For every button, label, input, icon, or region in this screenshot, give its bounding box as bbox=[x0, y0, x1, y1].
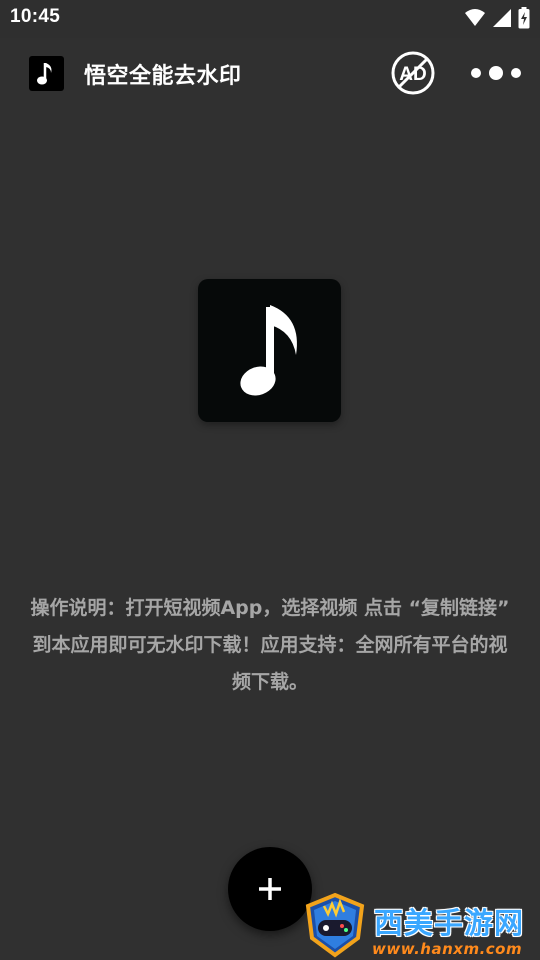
signal-icon bbox=[492, 8, 512, 28]
app-title: 悟空全能去水印 bbox=[84, 64, 242, 89]
battery-charging-icon bbox=[518, 7, 530, 29]
wifi-icon bbox=[464, 8, 486, 28]
status-time: 10:45 bbox=[10, 6, 61, 27]
usage-instructions: 操作说明：打开短视频App，选择视频 点击 “复制链接” 到本应用即可无水印下载… bbox=[30, 597, 510, 693]
status-icons bbox=[464, 7, 530, 29]
watermark: 西美手游网 www.hanxm.com bbox=[300, 890, 540, 960]
center-app-logo bbox=[198, 279, 341, 422]
watermark-url: www.hanxm.com bbox=[372, 940, 523, 958]
watermark-title: 西美手游网 bbox=[374, 906, 525, 940]
gamepad-shield-icon bbox=[302, 892, 368, 960]
remove-ads-button[interactable]: AD bbox=[390, 50, 436, 96]
more-options-button[interactable] bbox=[468, 62, 524, 84]
status-bar: 10:45 bbox=[0, 0, 540, 38]
no-ads-icon: AD bbox=[391, 51, 435, 95]
app-bar: 悟空全能去水印 AD bbox=[0, 38, 540, 108]
app-screen: 10:45 悟空全能去水印 操作说明：打开短视频App，选择视频 点击 “复制链… bbox=[0, 0, 540, 960]
more-dots-icon bbox=[471, 66, 521, 80]
app-logo bbox=[29, 56, 64, 91]
